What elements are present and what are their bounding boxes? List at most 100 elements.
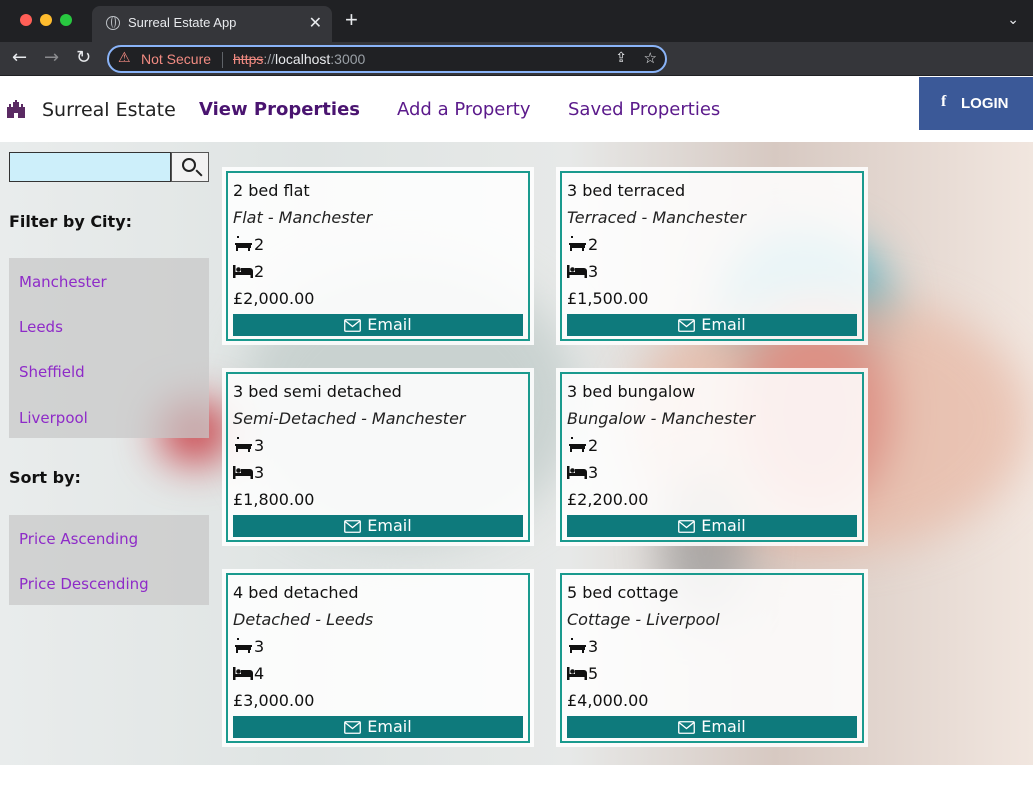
property-card: 2 bed flat Flat - Manchester 2 2 £2,000.… xyxy=(222,167,534,345)
search-button[interactable] xyxy=(171,152,209,182)
property-title: 3 bed semi detached xyxy=(233,382,402,401)
property-type-city: Flat - Manchester xyxy=(233,208,373,227)
bedrooms-row: 2 xyxy=(233,262,264,281)
bathrooms-row: 2 xyxy=(233,235,264,254)
property-price: £4,000.00 xyxy=(567,691,649,710)
reload-icon[interactable]: ↻ xyxy=(76,48,91,68)
bedroom-count: 3 xyxy=(588,262,599,281)
property-title: 2 bed flat xyxy=(233,181,310,200)
bathrooms-row: 3 xyxy=(567,637,598,656)
property-price: £2,000.00 xyxy=(233,289,315,308)
sort-heading: Sort by: xyxy=(9,468,81,487)
address-bar[interactable]: ⚠ Not Secure https://localhost:3000 ⇪ ☆ xyxy=(107,45,667,73)
email-label: Email xyxy=(701,315,746,334)
bathrooms-row: 3 xyxy=(233,436,264,455)
envelope-icon xyxy=(344,319,362,332)
back-arrow-icon[interactable]: ← xyxy=(12,48,27,68)
warning-icon: ⚠ xyxy=(118,50,131,66)
property-card-border: 3 bed terraced Terraced - Manchester 2 3… xyxy=(560,171,864,341)
property-card-border: 5 bed cottage Cottage - Liverpool 3 5 £4… xyxy=(560,573,864,743)
email-button[interactable]: Email xyxy=(233,716,523,738)
url-port: :3000 xyxy=(330,51,366,67)
email-label: Email xyxy=(367,315,412,334)
email-button[interactable]: Email xyxy=(567,716,857,738)
facebook-icon: f xyxy=(941,93,947,110)
tab-close-icon[interactable]: ✕ xyxy=(309,13,322,33)
property-card: 3 bed semi detached Semi-Detached - Manc… xyxy=(222,368,534,546)
property-card-border: 3 bed semi detached Semi-Detached - Manc… xyxy=(226,372,530,542)
browser-tab-strip: Surreal Estate App ✕ + ⌄ xyxy=(0,0,1033,42)
forward-arrow-icon[interactable]: → xyxy=(44,48,59,68)
property-type-city: Detached - Leeds xyxy=(233,610,374,629)
city-link-leeds[interactable]: Leeds xyxy=(19,318,63,336)
email-button[interactable]: Email xyxy=(233,515,523,537)
maximize-window-button[interactable] xyxy=(60,14,72,26)
bathrooms-row: 2 xyxy=(567,235,598,254)
castle-logo-icon[interactable] xyxy=(6,99,26,119)
bed-icon xyxy=(233,466,253,479)
bedroom-count: 4 xyxy=(254,664,265,683)
envelope-icon xyxy=(344,721,362,734)
bookmark-star-icon[interactable]: ☆ xyxy=(644,49,657,67)
email-label: Email xyxy=(367,717,412,736)
bath-icon xyxy=(569,638,586,653)
city-link-liverpool[interactable]: Liverpool xyxy=(19,409,88,427)
nav-saved-properties[interactable]: Saved Properties xyxy=(568,99,720,120)
bathroom-count: 2 xyxy=(588,436,599,455)
bathroom-count: 3 xyxy=(254,637,265,656)
bed-icon xyxy=(567,667,587,680)
email-label: Email xyxy=(367,516,412,535)
property-type-city: Cottage - Liverpool xyxy=(567,610,720,629)
email-button[interactable]: Email xyxy=(233,314,523,336)
sort-price-descending[interactable]: Price Descending xyxy=(19,575,149,593)
email-label: Email xyxy=(701,516,746,535)
email-button[interactable]: Email xyxy=(567,314,857,336)
email-label: Email xyxy=(701,717,746,736)
envelope-icon xyxy=(678,520,696,533)
bedroom-count: 2 xyxy=(254,262,265,281)
nav-add-property[interactable]: Add a Property xyxy=(397,99,531,120)
properties-page: Filter by City: Manchester Leeds Sheffie… xyxy=(0,142,1033,765)
city-link-manchester[interactable]: Manchester xyxy=(19,273,107,291)
tab-search-chevron-icon[interactable]: ⌄ xyxy=(1007,12,1019,28)
security-status[interactable]: Not Secure xyxy=(141,51,211,67)
sort-price-ascending[interactable]: Price Ascending xyxy=(19,530,138,548)
bedroom-count: 3 xyxy=(254,463,265,482)
brand-name[interactable]: Surreal Estate xyxy=(42,99,176,121)
share-icon[interactable]: ⇪ xyxy=(615,50,627,66)
bedroom-count: 5 xyxy=(588,664,599,683)
filter-heading: Filter by City: xyxy=(9,212,133,231)
bed-icon xyxy=(233,265,253,278)
envelope-icon xyxy=(678,721,696,734)
property-title: 3 bed terraced xyxy=(567,181,686,200)
property-type-city: Bungalow - Manchester xyxy=(567,409,756,428)
search-input[interactable] xyxy=(9,152,171,182)
bath-icon xyxy=(569,236,586,251)
bed-icon xyxy=(567,265,587,278)
minimize-window-button[interactable] xyxy=(40,14,52,26)
nav-view-properties[interactable]: View Properties xyxy=(199,99,360,120)
close-window-button[interactable] xyxy=(20,14,32,26)
property-title: 4 bed detached xyxy=(233,583,359,602)
property-card-border: 3 bed bungalow Bungalow - Manchester 2 3… xyxy=(560,372,864,542)
bedrooms-row: 5 xyxy=(567,664,598,683)
facebook-login-button[interactable]: f LOGIN xyxy=(919,77,1033,130)
url-host: localhost xyxy=(275,51,331,67)
page-footer-space xyxy=(0,765,1033,790)
url-text[interactable]: https://localhost:3000 xyxy=(233,51,365,67)
bath-icon xyxy=(235,437,252,452)
login-label: LOGIN xyxy=(961,95,1009,112)
property-card: 3 bed bungalow Bungalow - Manchester 2 3… xyxy=(556,368,868,546)
property-card-border: 2 bed flat Flat - Manchester 2 2 £2,000.… xyxy=(226,171,530,341)
city-link-sheffield[interactable]: Sheffield xyxy=(19,363,85,381)
new-tab-button[interactable]: + xyxy=(345,9,358,31)
email-button[interactable]: Email xyxy=(567,515,857,537)
property-card: 5 bed cottage Cottage - Liverpool 3 5 £4… xyxy=(556,569,868,747)
bathrooms-row: 3 xyxy=(233,637,264,656)
browser-tab[interactable]: Surreal Estate App ✕ xyxy=(92,6,332,42)
bath-icon xyxy=(235,236,252,251)
bathroom-count: 3 xyxy=(254,436,265,455)
bedrooms-row: 3 xyxy=(567,463,598,482)
bathroom-count: 3 xyxy=(588,637,599,656)
sort-options-list: Price Ascending Price Descending xyxy=(9,515,209,605)
